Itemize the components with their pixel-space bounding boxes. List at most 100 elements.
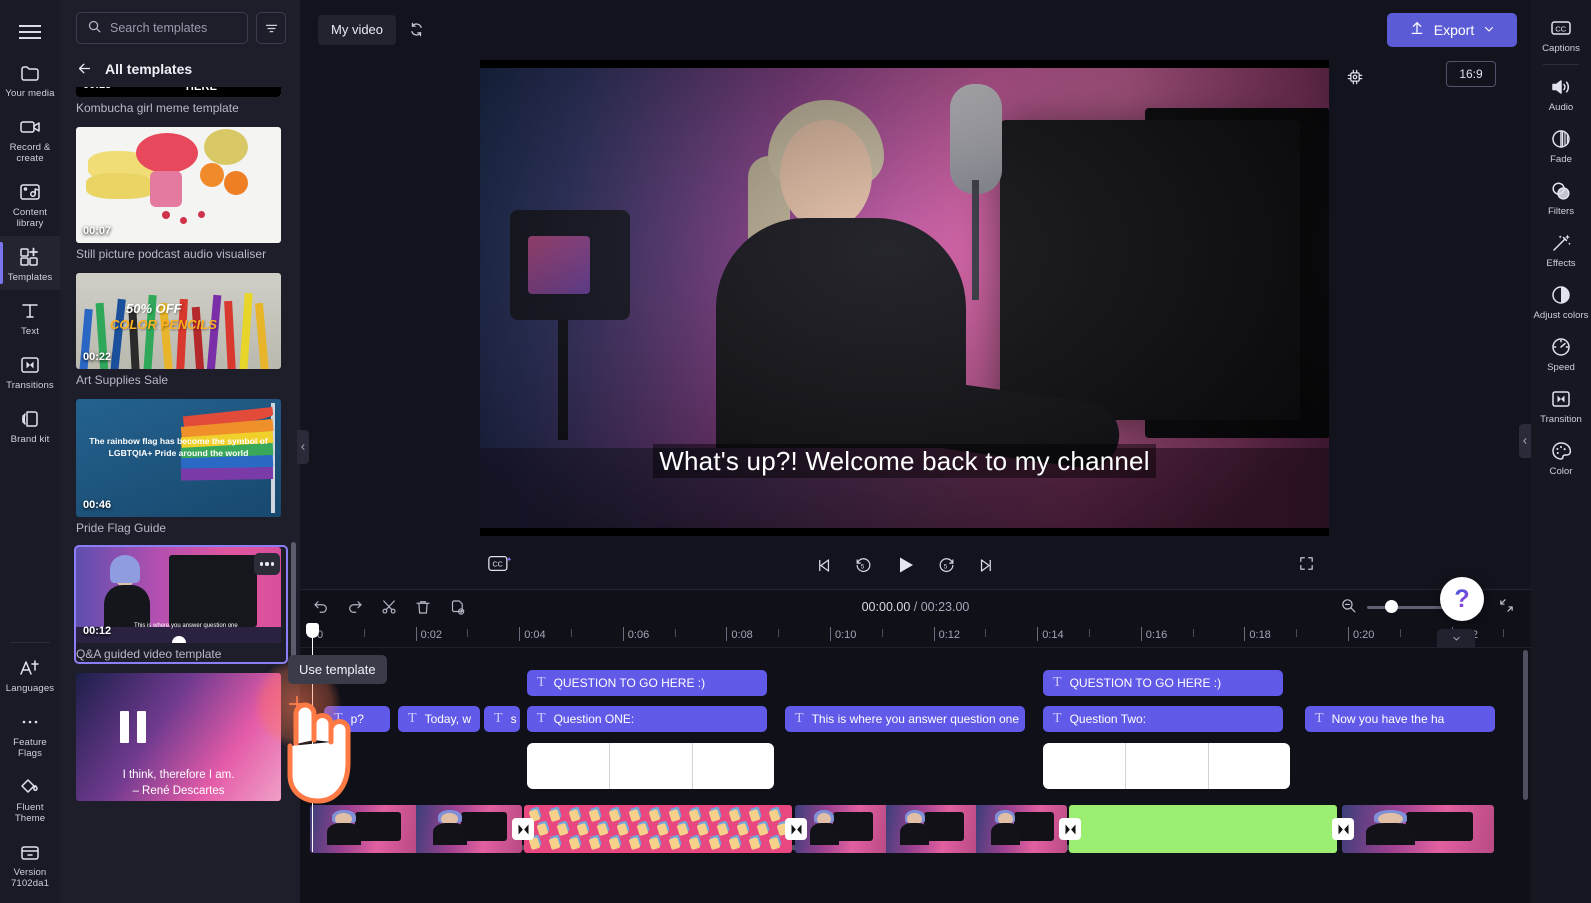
text-clip[interactable]: Tp? — [324, 706, 390, 732]
video-clip[interactable] — [1069, 805, 1337, 853]
fit-icon[interactable] — [1498, 597, 1515, 617]
text-clip[interactable]: T Today, w — [398, 706, 480, 732]
skip-next-icon[interactable] — [976, 556, 995, 575]
skip-previous-icon[interactable] — [815, 556, 834, 575]
template-card-qa-guided[interactable]: This is where you answer question one 00… — [74, 545, 288, 664]
transition-marker-icon[interactable] — [1332, 818, 1354, 840]
rail-divider — [10, 642, 50, 643]
letterbox-top — [480, 60, 1329, 68]
sidebar-item-your-media[interactable]: Your media — [0, 52, 60, 106]
template-overlay-text: ADD YOUR MEME TEXT HERE — [185, 87, 218, 93]
play-icon[interactable] — [893, 553, 917, 577]
sidebar-item-transitions[interactable]: Transitions — [0, 344, 60, 398]
text-clip[interactable]: T Question Two: — [1043, 706, 1283, 732]
sidebar-item-record-create[interactable]: Record & create — [0, 106, 60, 171]
sidebar-item-templates[interactable]: Templates — [0, 236, 60, 290]
trash-icon[interactable] — [414, 598, 432, 616]
template-card-still-picture[interactable]: 00:07 Still picture podcast audio visual… — [76, 127, 286, 262]
text-clip[interactable]: T Question ONE: — [527, 706, 767, 732]
settings-chip-icon[interactable] — [1345, 67, 1365, 90]
aspect-ratio-badge[interactable]: 16:9 — [1446, 61, 1496, 87]
sidebar-item-languages[interactable]: Languages — [0, 647, 60, 701]
video-clip[interactable] — [795, 805, 1067, 853]
tools-collapse-button[interactable] — [1519, 424, 1531, 458]
transition-marker-icon[interactable] — [785, 818, 807, 840]
timeline-ruler[interactable]: 0 0:02 0:04 0:06 0:08 0:10 0:12 0:14 0:16 0:18 0:2… — [300, 624, 1531, 648]
timeline-tracks[interactable]: T QUESTION TO GO HERE :) T QUESTION TO GO H… — [300, 623, 1531, 853]
sidebar-item-label: Your media — [5, 88, 55, 99]
tool-transition[interactable]: Transition — [1531, 379, 1591, 431]
folder-icon — [18, 61, 42, 85]
use-template-tooltip: Use template — [288, 655, 387, 684]
tool-fade[interactable]: Fade — [1531, 119, 1591, 171]
ruler-label: 0:04 — [524, 629, 546, 641]
template-card-kombucha[interactable]: 00:13 ADD YOUR MEME TEXT HERE Kombucha g… — [76, 87, 286, 116]
text-clip-icon: T — [1315, 711, 1324, 726]
white-clip[interactable] — [527, 743, 774, 789]
sidebar-item-brand-kit[interactable]: Brand kit — [0, 398, 60, 452]
stage-collapse-button[interactable] — [1437, 629, 1475, 647]
template-card-quote[interactable]: I think, therefore I am. – René Descarte… — [76, 673, 286, 801]
ruler-tick — [1037, 627, 1039, 641]
filter-button[interactable] — [256, 12, 286, 44]
transition-marker-icon[interactable] — [512, 818, 534, 840]
ruler-label: 0:10 — [835, 629, 857, 641]
menu-icon[interactable] — [8, 12, 52, 52]
text-clip[interactable]: T QUESTION TO GO HERE :) — [1043, 670, 1283, 696]
scissors-icon[interactable] — [380, 598, 398, 616]
templates-list[interactable]: 00:13 ADD YOUR MEME TEXT HERE Kombucha g… — [60, 87, 300, 877]
help-button[interactable]: ? — [1440, 577, 1484, 621]
transition-marker-icon[interactable] — [1059, 818, 1081, 840]
tool-adjust-colors[interactable]: Adjust colors — [1531, 275, 1591, 327]
sidebar-item-text[interactable]: Text — [0, 290, 60, 344]
video-clip[interactable] — [524, 805, 792, 853]
template-overlay-text: The rainbow flag has become the symbol o… — [89, 436, 268, 458]
zoom-slider-knob[interactable] — [1385, 600, 1398, 613]
template-card-pride-flag[interactable]: The rainbow flag has become the symbol o… — [76, 399, 286, 536]
tool-captions[interactable]: CC Captions — [1531, 8, 1591, 60]
video-title-field[interactable]: My video — [318, 14, 397, 45]
sidebar-item-feature-flags[interactable]: Feature Flags — [0, 701, 60, 766]
tool-speed[interactable]: Speed — [1531, 327, 1591, 379]
undo-icon[interactable] — [312, 598, 330, 616]
video-preview[interactable]: What's up?! Welcome back to my channel — [480, 60, 1329, 536]
text-clip-icon: T — [795, 711, 804, 726]
sync-icon[interactable] — [408, 21, 425, 38]
emoji-particle — [636, 822, 649, 837]
text-clip[interactable]: Ts — [484, 706, 520, 732]
sidebar-item-fluent-theme[interactable]: Fluent Theme — [0, 766, 60, 831]
text-clip[interactable]: T Now you have the ha — [1305, 706, 1495, 732]
panel-collapse-button[interactable] — [297, 430, 309, 464]
video-clip[interactable] — [1342, 805, 1494, 853]
playhead-handle[interactable] — [306, 623, 319, 638]
sidebar-item-content-library[interactable]: Content library — [0, 171, 60, 236]
template-overlay-text: This is where you answer question one — [134, 623, 238, 629]
templates-scrollbar[interactable] — [291, 542, 296, 662]
search-input-wrapper[interactable] — [76, 12, 248, 44]
tool-filters[interactable]: Filters — [1531, 171, 1591, 223]
back-arrow-icon[interactable] — [76, 60, 93, 77]
ruler-label: 0:08 — [731, 629, 753, 641]
text-clip[interactable]: T QUESTION TO GO HERE :) — [527, 670, 767, 696]
languages-icon — [18, 656, 42, 680]
tool-audio[interactable]: Audio — [1531, 67, 1591, 119]
templates-header: All templates — [60, 44, 300, 87]
tool-effects[interactable]: Effects — [1531, 223, 1591, 275]
emoji-particle — [648, 836, 661, 851]
time-separator: / — [910, 600, 921, 614]
forward-5-icon[interactable]: 5 — [937, 556, 956, 575]
rewind-5-icon[interactable]: 5 — [854, 556, 873, 575]
template-card-art-supplies[interactable]: 50% OFF COLOR PENCILS 00:22 Art Supplies… — [76, 273, 286, 388]
template-more-options-icon[interactable] — [254, 553, 280, 575]
sidebar-item-version[interactable]: Version 7102da1 — [0, 831, 60, 903]
export-button[interactable]: Export — [1387, 12, 1517, 47]
video-clip[interactable] — [310, 805, 522, 853]
zoom-out-icon[interactable] — [1340, 597, 1357, 617]
redo-icon[interactable] — [346, 598, 364, 616]
search-input[interactable] — [110, 21, 237, 35]
timeline-vertical-scrollbar[interactable] — [1523, 650, 1528, 800]
white-clip[interactable] — [1043, 743, 1290, 789]
tool-color[interactable]: Color — [1531, 431, 1591, 483]
duplicate-icon[interactable] — [448, 598, 466, 616]
text-clip[interactable]: T This is where you answer question one — [785, 706, 1025, 732]
